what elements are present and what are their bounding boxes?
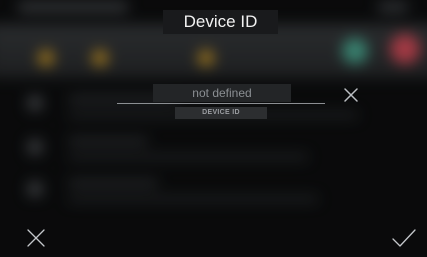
device-id-editor-screen: Device ID DEVICE ID [0, 0, 427, 257]
clear-input-button[interactable] [341, 85, 361, 105]
dialog-title: Device ID [163, 10, 278, 34]
device-id-caption: DEVICE ID [175, 107, 267, 119]
dim-overlay [0, 0, 427, 257]
device-id-input[interactable] [153, 84, 291, 102]
close-icon [27, 229, 45, 247]
cancel-button[interactable] [24, 226, 48, 250]
checkmark-icon [392, 229, 416, 247]
close-icon [344, 88, 358, 102]
input-underline [117, 103, 325, 104]
confirm-button[interactable] [390, 226, 418, 250]
